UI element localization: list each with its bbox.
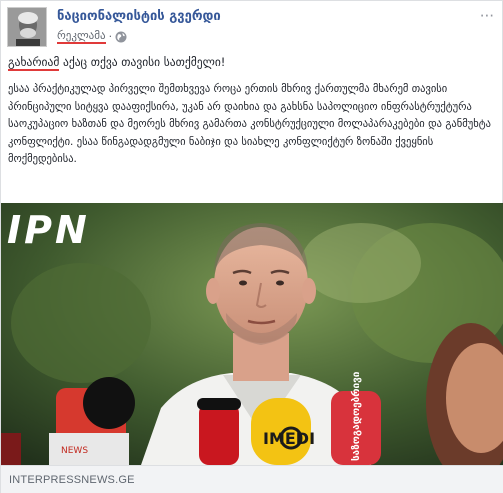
mic-label-imedi: IMEDI	[263, 429, 315, 448]
link-domain[interactable]: INTERPRESSNEWS.GE	[9, 474, 135, 486]
meta-separator: ·	[108, 30, 113, 43]
post-photo[interactable]: NEWS IMEDI საზოგადოებრივი IPN	[1, 203, 503, 465]
mic-label-news: NEWS	[61, 446, 88, 456]
news-photo-image: NEWS IMEDI საზოგადოებრივი IPN	[1, 203, 503, 465]
link-preview-bar[interactable]: INTERPRESSNEWS.GE	[1, 465, 503, 493]
avatar-portrait-icon	[8, 8, 46, 46]
post-meta: რეკლამა ·	[57, 29, 127, 44]
page-name-link[interactable]: ნაციონალისტის გვერდი	[57, 9, 221, 24]
sponsored-label[interactable]: რეკლამა	[57, 29, 106, 44]
facebook-post-card: ნაციონალისტის გვერდი რეკლამა · ··· გახარ…	[0, 0, 503, 493]
more-options-button[interactable]: ···	[480, 7, 494, 25]
mic-label-public-broadcaster: საზოგადოებრივი	[350, 371, 362, 461]
headline-marked-word: გახარიამ	[8, 55, 60, 71]
headline-rest: აქაც თქვა თავისი სათქმელი!	[59, 55, 226, 69]
post-header: ნაციონალისტის გვერდი რეკლამა · ···	[1, 1, 503, 53]
post-headline: გახარიამ აქაც თქვა თავისი სათქმელი!	[8, 55, 226, 71]
post-body-text: ესაა პრაქტიკულად პირველი შემთხვევა როცა …	[8, 83, 491, 165]
ipn-watermark: IPN	[7, 208, 90, 252]
globe-icon[interactable]	[115, 31, 127, 43]
page-avatar[interactable]	[7, 7, 47, 47]
